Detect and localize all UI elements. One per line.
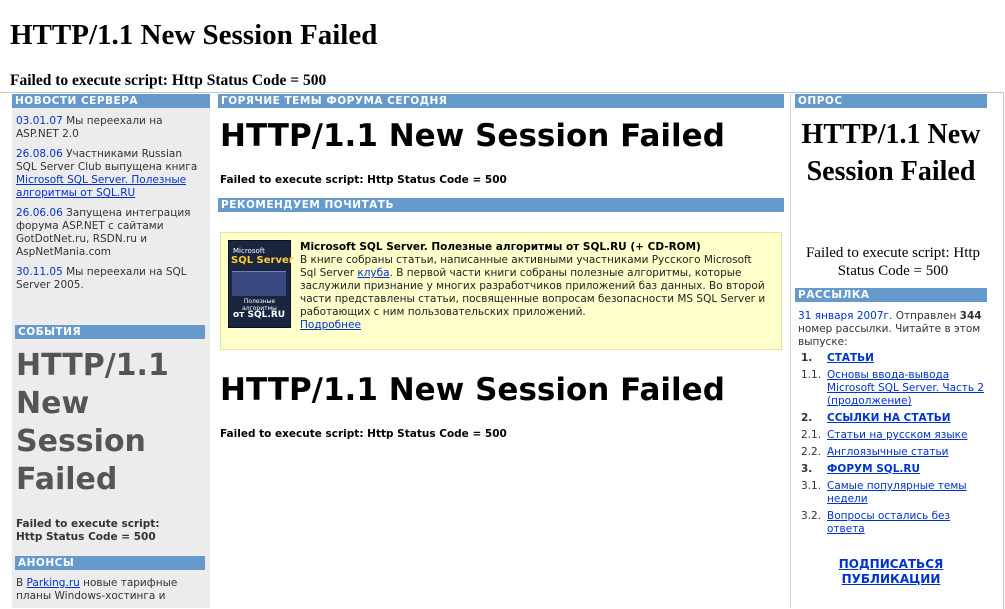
mailing-tail-text: номер рассылки. Читайте в этом выпуске: — [798, 323, 981, 348]
page-title: HTTP/1.1 New Session Failed — [10, 19, 378, 51]
list-item: 2.1. Статьи на русском языке — [795, 429, 987, 442]
events-error-message: Failed to execute script: Http Status Co… — [16, 518, 160, 543]
mailing-header: РАССЫЛКА — [795, 288, 987, 302]
right-column-divider — [790, 94, 791, 608]
list-item: 3.1. Самые популярные темы недели — [795, 480, 987, 506]
list-item: 2. ССЫЛКИ НА СТАТЬИ — [795, 412, 987, 425]
news-book-link[interactable]: Microsoft SQL Server. Полезные алгоритмы… — [16, 174, 186, 199]
english-articles-link[interactable]: Англоязычные статьи — [827, 446, 949, 458]
list-number: 1. — [801, 352, 813, 364]
poll-error-title: HTTP/1.1 New Session Failed — [801, 119, 981, 187]
list-item: 1.1. Основы ввода-вывода Microsoft SQL Se… — [795, 369, 987, 408]
book-title: Microsoft SQL Server. Полезные алгоритмы… — [300, 241, 701, 253]
events-error-title: HTTP/1.1 New Session Failed — [16, 348, 169, 497]
cover-art — [232, 271, 286, 296]
center-error-title-2: HTTP/1.1 New Session Failed — [220, 372, 725, 408]
list-item: 2.2. Англоязычные статьи — [795, 446, 987, 459]
news-item: 03.01.07 Мы переехали на ASP.NET 2.0 — [16, 115, 206, 141]
anons-prefix: В — [16, 577, 27, 589]
book-description: Microsoft SQL Server. Полезные алгоритмы… — [300, 241, 770, 332]
section-articles-link[interactable]: СТАТЬИ — [827, 352, 874, 364]
list-number: 3.1. — [801, 480, 822, 492]
unanswered-questions-link[interactable]: Вопросы остались без ответа — [827, 510, 950, 535]
book-more-link[interactable]: Подробнее — [300, 319, 361, 331]
book-cover-image[interactable]: Microsoft SQL Server Полезные алгоритмы … — [228, 240, 294, 328]
forum-error-message: Failed to execute script: Http Status Co… — [220, 174, 507, 186]
events-header: СОБЫТИЯ — [15, 325, 205, 339]
anons-text: В Parking.ru новые тарифные планы Window… — [16, 577, 202, 603]
news-header: НОВОСТИ СЕРВЕРА — [12, 94, 210, 108]
page-error-message: Failed to execute script: Http Status Co… — [10, 72, 327, 89]
mailing-contents-list: 1. СТАТЬИ 1.1. Основы ввода-вывода Microso… — [795, 352, 987, 540]
news-item: 26.06.06 Запущена интеграция форума ASP.… — [16, 207, 206, 259]
mailing-number: 344 — [959, 310, 982, 322]
cover-title: SQL Server — [231, 255, 294, 266]
mailing-intro: 31 января 2007г. Отправлен 344 номер рас… — [798, 310, 988, 349]
list-item: 3. ФОРУМ SQL.RU — [795, 463, 987, 476]
poll-header: ОПРОС — [795, 94, 987, 108]
section-forum-link[interactable]: ФОРУМ SQL.RU — [827, 463, 920, 475]
center-error-message-2: Failed to execute script: Http Status Co… — [220, 428, 507, 440]
right-sidebar: ОПРОС HTTP/1.1 New Session Failed Failed… — [795, 94, 987, 608]
poll-error-message: Failed to execute script: Http Status Co… — [805, 245, 981, 279]
list-item: 1. СТАТЬИ — [795, 352, 987, 365]
news-date: 30.11.05 — [16, 266, 63, 278]
news-date: 26.08.06 — [16, 148, 63, 160]
news-item: 26.08.06 Участниками Russian SQL Server … — [16, 148, 206, 200]
mailing-date: 31 января 2007г. — [798, 310, 893, 322]
mailing-sent-text: Отправлен — [892, 310, 960, 322]
recommend-header: РЕКОМЕНДУЕМ ПОЧИТАТЬ — [218, 198, 784, 212]
main-content: ГОРЯЧИЕ ТЕМЫ ФОРУМА СЕГОДНЯ HTTP/1.1 New… — [218, 94, 784, 608]
popular-topics-link[interactable]: Самые популярные темы недели — [827, 480, 967, 505]
left-sidebar: НОВОСТИ СЕРВЕРА 03.01.07 Мы переехали на… — [12, 94, 210, 608]
forum-hot-topics-header: ГОРЯЧИЕ ТЕМЫ ФОРУМА СЕГОДНЯ — [218, 94, 784, 108]
list-number: 2.1. — [801, 429, 822, 441]
list-number: 3.2. — [801, 510, 822, 522]
cover-sqlru: от SQL.RU — [233, 310, 286, 320]
news-item: 30.11.05 Мы переехали на SQL Server 2005… — [16, 266, 206, 292]
list-number: 3. — [801, 463, 813, 475]
list-number: 2.2. — [801, 446, 822, 458]
parking-link[interactable]: Parking.ru — [27, 577, 80, 589]
cover-brand-small: Microsoft — [233, 247, 265, 255]
article-io-link[interactable]: Основы ввода-вывода Microsoft SQL Server… — [827, 369, 984, 407]
forum-error-title: HTTP/1.1 New Session Failed — [220, 118, 725, 154]
subscribe-container: ПОДПИСАТЬСЯ ПУБЛИКАЦИИ — [835, 557, 947, 587]
club-link[interactable]: клуба — [357, 267, 389, 279]
anons-header: АНОНСЫ — [15, 556, 205, 570]
list-number: 2. — [801, 412, 813, 424]
list-number: 1.1. — [801, 369, 822, 381]
list-item: 3.2. Вопросы остались без ответа — [795, 510, 987, 536]
book-promo: Microsoft SQL Server Полезные алгоритмы … — [220, 232, 782, 350]
russian-articles-link[interactable]: Статьи на русском языке — [827, 429, 967, 441]
subscribe-link[interactable]: ПОДПИСАТЬСЯ ПУБЛИКАЦИИ — [839, 557, 944, 586]
news-date: 03.01.07 — [16, 115, 63, 127]
news-date: 26.06.06 — [16, 207, 63, 219]
section-links-link[interactable]: ССЫЛКИ НА СТАТЬИ — [827, 412, 951, 424]
